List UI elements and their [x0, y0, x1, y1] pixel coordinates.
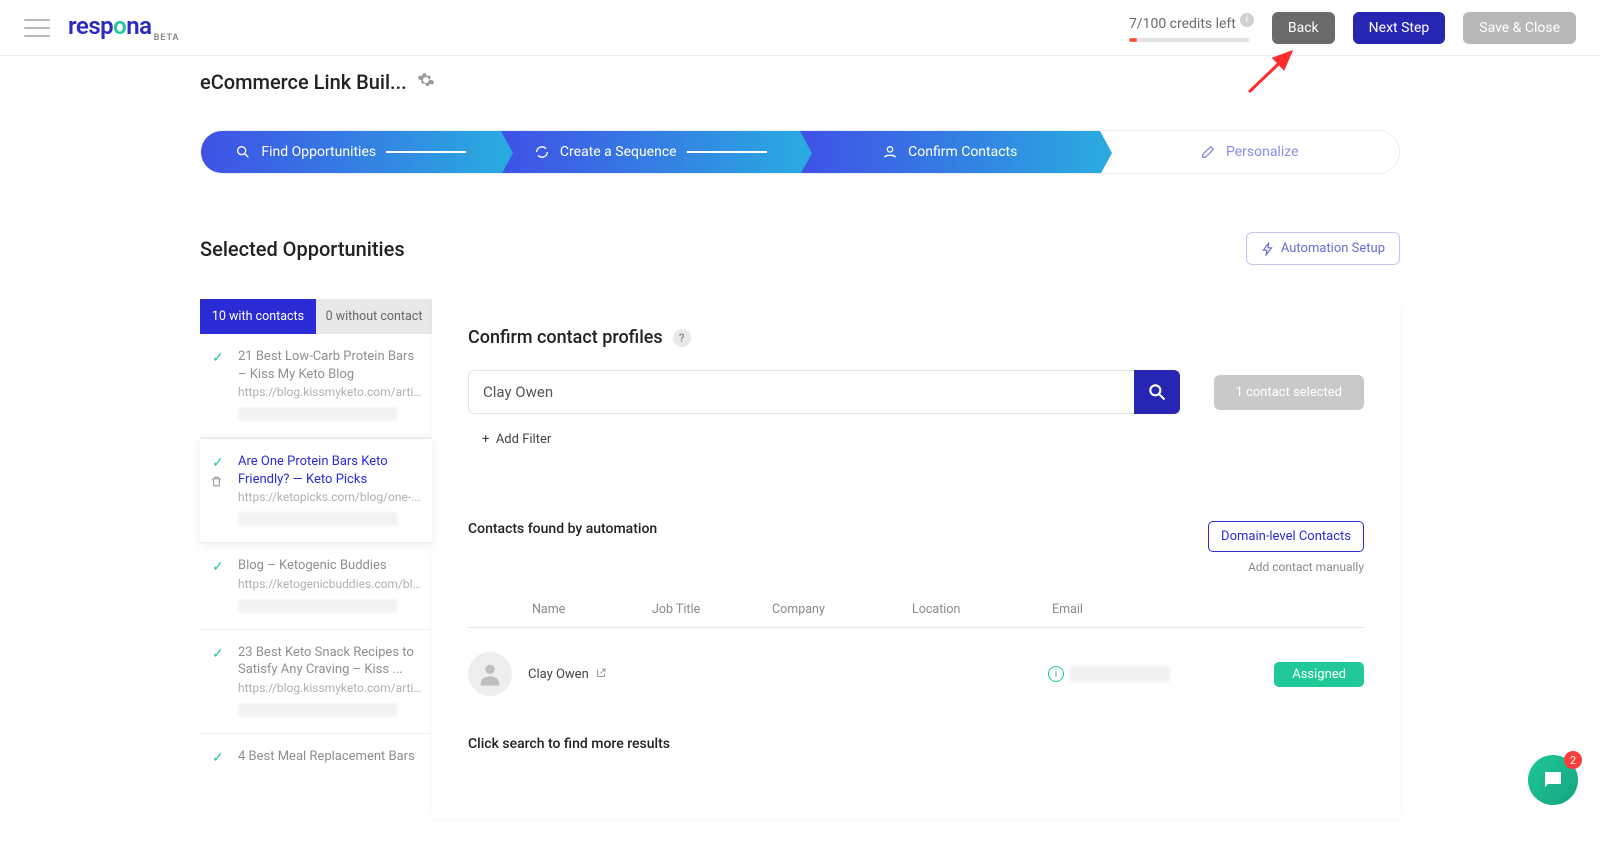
contact-search-input[interactable]: [468, 370, 1134, 414]
credits-text: 7/100 credits lefti: [1129, 16, 1254, 32]
automation-setup-button[interactable]: Automation Setup: [1246, 232, 1400, 265]
info-icon[interactable]: i: [1240, 13, 1254, 27]
opportunity-title: Blog – Ketogenic Buddies: [238, 557, 422, 575]
search-button[interactable]: [1134, 370, 1180, 414]
opportunity-item[interactable]: ✓ Are One Protein Bars Keto Friendly? — …: [200, 438, 432, 543]
step-find-opportunities[interactable]: Find Opportunities: [201, 131, 501, 173]
save-close-button[interactable]: Save & Close: [1463, 12, 1576, 44]
opportunity-title: 4 Best Meal Replacement Bars: [238, 748, 422, 766]
step-label: Find Opportunities: [261, 144, 376, 160]
add-contact-manually-link[interactable]: Add contact manually: [1208, 560, 1364, 574]
gear-icon[interactable]: [417, 71, 435, 94]
chat-badge: 2: [1564, 751, 1582, 769]
step-label: Create a Sequence: [560, 144, 677, 160]
back-button[interactable]: Back: [1272, 12, 1335, 44]
avatar: [468, 652, 512, 696]
edit-icon: [1200, 144, 1216, 160]
check-icon: ✓: [212, 559, 224, 575]
campaign-title-row: eCommerce Link Buil...: [200, 70, 1400, 94]
opportunity-sidebar: 10 with contacts 0 without contact ✓ 21 …: [200, 299, 432, 819]
redacted-email: [1070, 666, 1170, 682]
domain-level-contacts-button[interactable]: Domain-level Contacts: [1208, 521, 1364, 552]
top-bar: responaBETA 7/100 credits lefti Back Nex…: [0, 0, 1600, 56]
opportunity-url: https://ketogenicbuddies.com/bl...: [238, 577, 422, 591]
tab-without-contact[interactable]: 0 without contact: [316, 299, 432, 334]
step-label: Confirm Contacts: [908, 144, 1017, 160]
redacted-block: [238, 407, 398, 421]
add-filter-button[interactable]: + Add Filter: [482, 432, 1364, 447]
contact-row[interactable]: Clay Owen i Assigned: [468, 652, 1364, 696]
redacted-block: [238, 703, 398, 717]
verified-icon: i: [1048, 666, 1064, 682]
opportunity-url: https://blog.kissmyketo.com/arti...: [238, 681, 422, 695]
help-icon[interactable]: ?: [673, 329, 691, 347]
next-step-button[interactable]: Next Step: [1353, 12, 1446, 44]
beta-tag: BETA: [154, 33, 180, 43]
col-job: Job Title: [652, 602, 772, 617]
step-personalize[interactable]: Personalize: [1100, 131, 1400, 173]
opportunity-url: https://blog.kissmyketo.com/arti...: [238, 385, 422, 399]
bolt-icon: [1261, 242, 1275, 256]
contacts-found-label: Contacts found by automation: [468, 521, 657, 537]
detail-panel: Confirm contact profiles ? 1 contact sel…: [432, 299, 1400, 819]
opportunity-title: 23 Best Keto Snack Recipes to Satisfy An…: [238, 644, 422, 679]
wizard-stepper: Find Opportunities Create a Sequence Con…: [200, 130, 1400, 174]
col-email: Email: [1052, 602, 1232, 617]
contacts-table-header: Name Job Title Company Location Email: [468, 602, 1364, 628]
opportunity-item[interactable]: ✓ 23 Best Keto Snack Recipes to Satisfy …: [200, 630, 432, 734]
check-icon: ✓: [212, 455, 224, 471]
chat-icon: [1541, 768, 1565, 792]
search-hint: Click search to find more results: [468, 736, 1364, 752]
credits-progress: [1129, 38, 1249, 42]
search-icon: [235, 144, 251, 160]
opportunity-url: https://ketopicks.com/blog/one-...: [238, 490, 422, 504]
contacts-selected-pill: 1 contact selected: [1214, 375, 1364, 410]
step-label: Personalize: [1226, 144, 1299, 160]
opportunity-item[interactable]: ✓ Blog – Ketogenic Buddies https://ketog…: [200, 543, 432, 630]
step-confirm-contacts[interactable]: Confirm Contacts: [800, 131, 1100, 173]
check-icon: ✓: [212, 646, 224, 662]
col-name: Name: [532, 602, 652, 617]
redacted-block: [238, 599, 398, 613]
col-location: Location: [912, 602, 1052, 617]
redacted-block: [238, 512, 398, 526]
check-icon: ✓: [212, 750, 224, 766]
contact-name: Clay Owen: [528, 667, 589, 682]
search-icon: [1147, 382, 1167, 402]
user-icon: [882, 144, 898, 160]
col-company: Company: [772, 602, 912, 617]
tab-with-contacts[interactable]: 10 with contacts: [200, 299, 316, 334]
opportunity-title: 21 Best Low-Carb Protein Bars – Kiss My …: [238, 348, 422, 383]
credits-indicator: 7/100 credits lefti: [1129, 13, 1254, 42]
check-icon: ✓: [212, 350, 224, 366]
detail-heading: Confirm contact profiles: [468, 327, 663, 348]
menu-icon[interactable]: [24, 19, 50, 37]
assigned-badge[interactable]: Assigned: [1274, 662, 1364, 687]
refresh-icon: [534, 144, 550, 160]
logo[interactable]: responaBETA: [68, 12, 180, 43]
external-link-icon[interactable]: [595, 667, 607, 682]
automation-setup-label: Automation Setup: [1281, 241, 1385, 256]
opportunity-item[interactable]: ✓ 4 Best Meal Replacement Bars: [200, 734, 432, 782]
chat-launcher[interactable]: 2: [1528, 755, 1578, 805]
opportunity-item[interactable]: ✓ 21 Best Low-Carb Protein Bars – Kiss M…: [200, 334, 432, 438]
step-create-sequence[interactable]: Create a Sequence: [501, 131, 801, 173]
opportunity-title: Are One Protein Bars Keto Friendly? — Ke…: [238, 453, 422, 488]
trash-icon[interactable]: [210, 475, 223, 492]
campaign-title: eCommerce Link Buil...: [200, 70, 407, 94]
section-title: Selected Opportunities: [200, 237, 405, 261]
